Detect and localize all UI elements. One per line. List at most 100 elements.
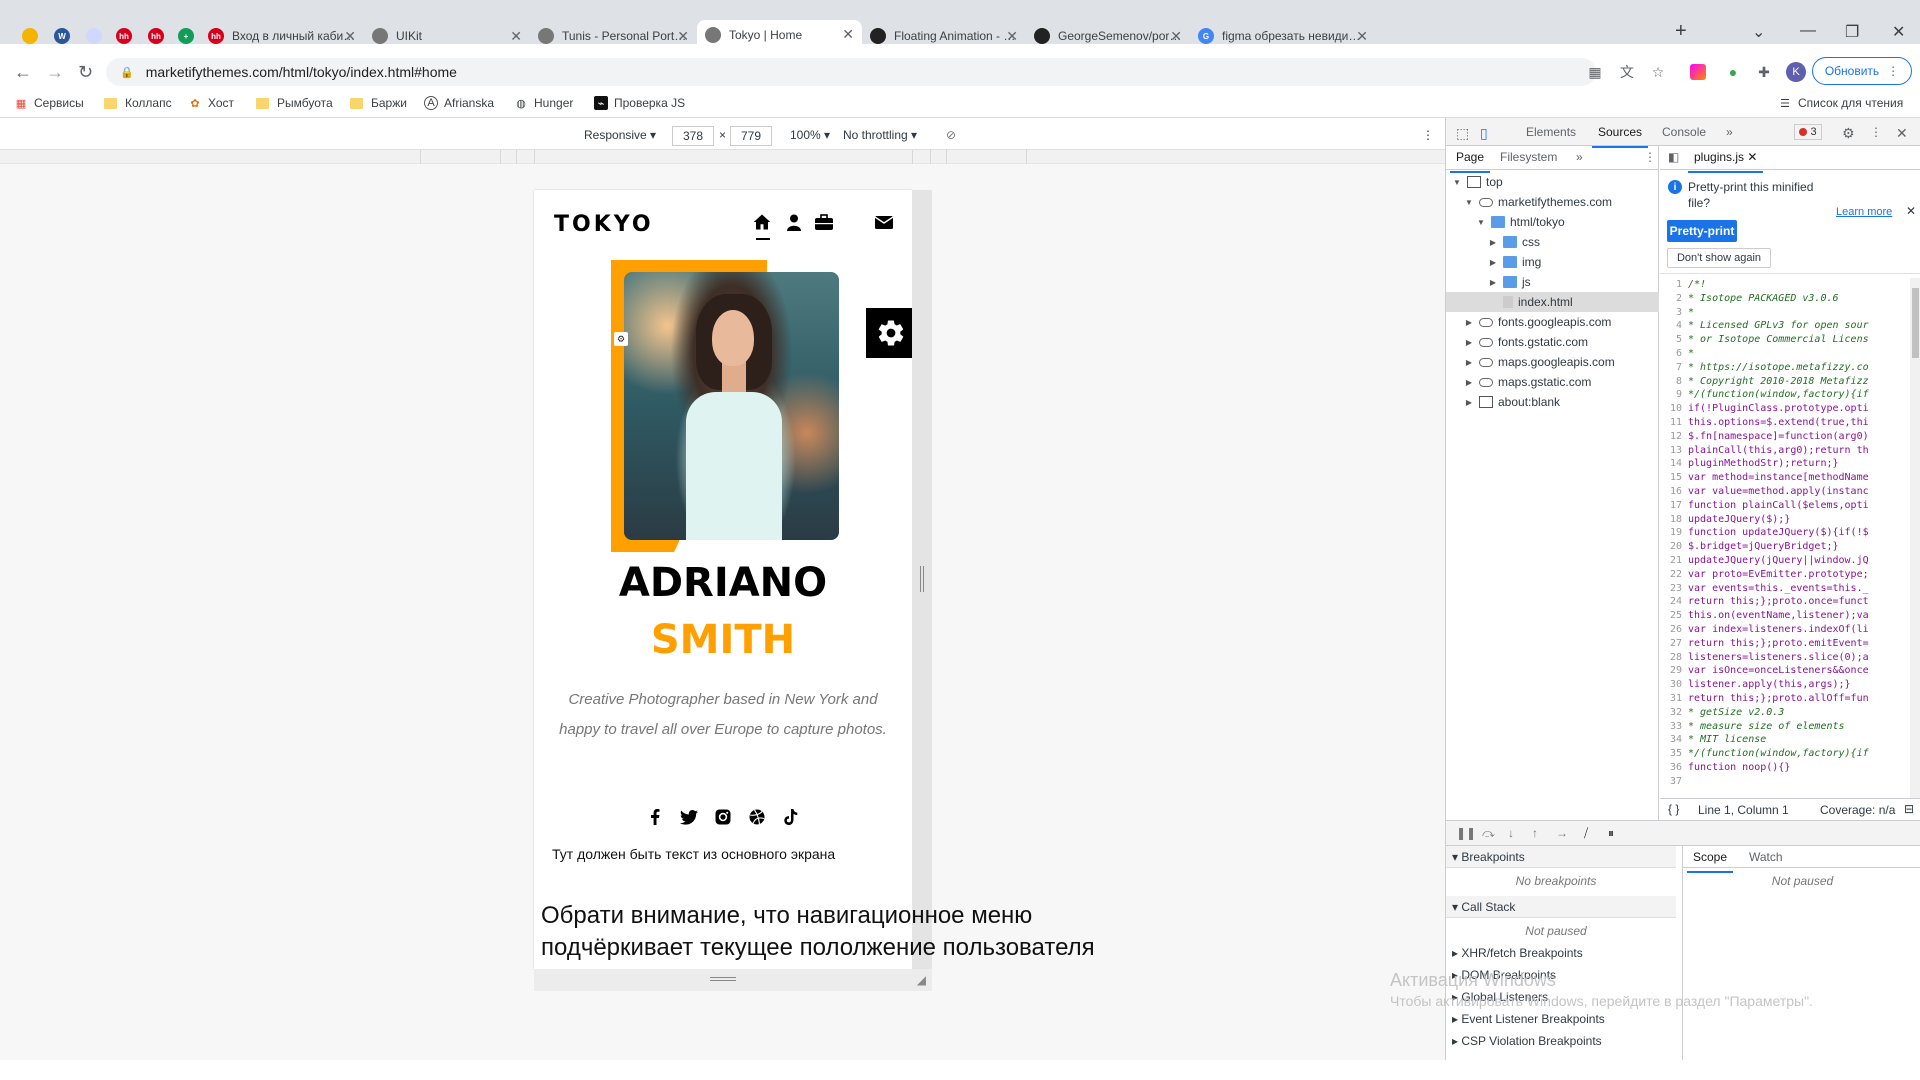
line-number[interactable]: 24	[1660, 595, 1688, 609]
bookmark-folder[interactable]: Рымбуота	[256, 96, 333, 110]
minimize-button[interactable]: —	[1800, 22, 1816, 40]
line-number[interactable]: 4	[1660, 319, 1688, 333]
line-number[interactable]: 22	[1660, 568, 1688, 582]
tab-scope[interactable]: Scope	[1686, 850, 1734, 873]
tab-search-icon[interactable]: ⌄	[1752, 22, 1765, 42]
tiktok-icon[interactable]	[780, 806, 802, 828]
line-number[interactable]: 18	[1660, 513, 1688, 527]
browser-tab[interactable]: W	[46, 22, 78, 50]
line-number[interactable]: 2	[1660, 292, 1688, 306]
bookmark-afrianska[interactable]: A Afrianska	[424, 96, 494, 110]
step-into-icon[interactable]: ↓	[1508, 826, 1514, 840]
dont-show-again-button[interactable]: Don't show again	[1667, 248, 1771, 268]
line-number[interactable]: 21	[1660, 554, 1688, 568]
settings-gear-button[interactable]	[866, 308, 916, 358]
close-tab-icon[interactable]: ✕	[842, 26, 854, 43]
reading-list[interactable]: ☰ Список для чтения	[1778, 96, 1903, 110]
line-number[interactable]: 16	[1660, 485, 1688, 499]
instagram-icon[interactable]	[712, 806, 734, 828]
tree-caret-icon[interactable]: ▼	[1464, 198, 1474, 207]
tree-item[interactable]: ▶ css	[1446, 232, 1659, 252]
learn-more-link[interactable]: Learn more	[1836, 206, 1892, 218]
line-number[interactable]: 15	[1660, 471, 1688, 485]
width-input[interactable]: 378	[672, 126, 714, 146]
profile-avatar[interactable]: K	[1786, 62, 1806, 82]
close-tab-icon[interactable]: ✕	[677, 28, 689, 45]
tab-filesystem[interactable]: Filesystem	[1500, 150, 1557, 164]
bookmark-services[interactable]: ▦ Сервисы	[14, 96, 84, 110]
bookmark-host[interactable]: ✿ Хост	[188, 96, 234, 110]
devtools-menu-icon[interactable]: ⋮	[1870, 125, 1882, 139]
tree-item[interactable]: ▶ about:blank	[1446, 392, 1659, 412]
line-number[interactable]: 1	[1660, 278, 1688, 292]
line-number[interactable]: 25	[1660, 609, 1688, 623]
user-icon[interactable]	[784, 212, 804, 232]
update-button[interactable]: Обновить ⋮	[1812, 57, 1912, 85]
tab-elements[interactable]: Elements	[1526, 125, 1576, 139]
tab-page[interactable]: Page	[1449, 150, 1491, 173]
error-badge[interactable]: 3	[1794, 124, 1822, 140]
xhr-breakpoints-section[interactable]: ▸ XHR/fetch Breakpoints	[1452, 946, 1583, 960]
line-number[interactable]: 30	[1660, 678, 1688, 692]
tree-caret-icon[interactable]: ▶	[1464, 398, 1474, 407]
more-nav-icon[interactable]: »	[1576, 150, 1583, 164]
close-tab-icon[interactable]: ✕	[1356, 28, 1368, 45]
throttling-dropdown[interactable]: No throttling ▾	[843, 128, 917, 142]
close-tab-icon[interactable]: ✕	[510, 28, 522, 45]
browser-tab[interactable]: hh	[140, 22, 170, 50]
event-listener-breakpoints-section[interactable]: ▸ Event Listener Breakpoints	[1452, 1012, 1605, 1026]
line-number[interactable]: 23	[1660, 582, 1688, 596]
close-tab-icon[interactable]: ✕	[1006, 28, 1018, 45]
zoom-dropdown[interactable]: 100% ▾	[790, 128, 830, 142]
file-tab-plugins[interactable]: plugins.js ✕	[1687, 150, 1764, 173]
tree-item[interactable]: ▶ img	[1446, 252, 1659, 272]
pretty-print-braces-icon[interactable]: { }	[1668, 802, 1679, 816]
browser-tab[interactable]: +	[170, 22, 200, 50]
line-number[interactable]: 14	[1660, 457, 1688, 471]
browser-tab[interactable]: Tunis - Personal Portfolio ✕	[530, 22, 697, 50]
envelope-icon[interactable]	[874, 212, 894, 232]
breakpoints-section[interactable]: ▾ Breakpoints	[1446, 846, 1676, 868]
browser-tab[interactable]: UIKit ✕	[364, 22, 530, 50]
pretty-print-button[interactable]: Pretty-print	[1667, 220, 1737, 242]
bookmark-js-check[interactable]: ⌁ Проверка JS	[594, 96, 685, 110]
bookmark-hunger[interactable]: ◍ Hunger	[514, 96, 573, 110]
line-number[interactable]: 29	[1660, 664, 1688, 678]
editor-scrollbar[interactable]	[1910, 278, 1920, 798]
qr-code-icon[interactable]: ▦	[1585, 62, 1605, 82]
briefcase-icon[interactable]	[814, 212, 834, 232]
tab-watch[interactable]: Watch	[1749, 850, 1783, 864]
line-number[interactable]: 7	[1660, 361, 1688, 375]
tree-item[interactable]: ▶ fonts.gstatic.com	[1446, 332, 1659, 352]
small-gear-icon[interactable]: ⚙	[614, 332, 628, 346]
tree-item[interactable]: ▼ top	[1446, 172, 1659, 192]
tree-item[interactable]: ▼ html/tokyo	[1446, 212, 1659, 232]
pause-on-exceptions-icon[interactable]: ⏸	[1608, 826, 1614, 841]
line-number[interactable]: 37	[1660, 775, 1688, 789]
line-number[interactable]: 3	[1660, 306, 1688, 320]
line-number[interactable]: 20	[1660, 540, 1688, 554]
extension-green-icon[interactable]: ●	[1723, 62, 1743, 82]
close-tab-icon[interactable]: ✕	[344, 28, 356, 45]
inspect-icon[interactable]: ⬚	[1456, 125, 1469, 142]
browser-tab[interactable]: Gfigma обрезать невидимое ✕	[1190, 22, 1376, 50]
facebook-icon[interactable]	[644, 806, 666, 828]
responsive-dropdown[interactable]: Responsive ▾	[584, 128, 656, 142]
line-number[interactable]: 13	[1660, 444, 1688, 458]
line-number[interactable]: 12	[1660, 430, 1688, 444]
tree-item[interactable]: ▶ maps.gstatic.com	[1446, 372, 1659, 392]
device-resize-right[interactable]	[912, 190, 932, 969]
tree-item[interactable]: ▶ fonts.googleapis.com	[1446, 312, 1659, 332]
line-number[interactable]: 6	[1660, 347, 1688, 361]
height-input[interactable]: 779	[730, 126, 772, 146]
bookmark-folder[interactable]: Баржи	[350, 96, 407, 110]
tree-item[interactable]: ▶ js	[1446, 272, 1659, 292]
tab-sources[interactable]: Sources	[1591, 125, 1649, 148]
line-number[interactable]: 19	[1660, 526, 1688, 540]
home-icon[interactable]	[752, 212, 772, 232]
line-number[interactable]: 34	[1660, 733, 1688, 747]
line-number[interactable]: 32	[1660, 706, 1688, 720]
nav-menu-icon[interactable]: ⋮	[1644, 150, 1656, 164]
back-arrow-icon[interactable]: ←	[14, 62, 32, 83]
line-number[interactable]: 35	[1660, 747, 1688, 761]
